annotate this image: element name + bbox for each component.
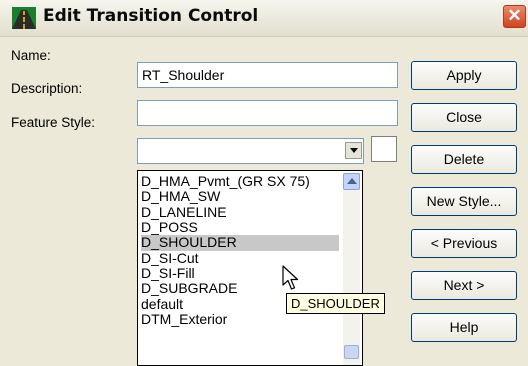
description-label: Description: bbox=[11, 81, 83, 96]
name-field[interactable]: RT_Shoulder bbox=[137, 62, 398, 88]
list-item[interactable]: D_LANELINE bbox=[141, 204, 339, 220]
scroll-thumb[interactable] bbox=[344, 345, 359, 359]
previous-button[interactable]: < Previous bbox=[411, 229, 517, 258]
description-field[interactable] bbox=[137, 100, 398, 126]
help-button[interactable]: Help bbox=[411, 313, 517, 342]
list-item-highlighted[interactable]: D_SHOULDER bbox=[141, 235, 339, 251]
dropdown-scrollbar[interactable] bbox=[343, 173, 360, 365]
title-bar[interactable]: Edit Transition Control ✕ bbox=[0, 0, 528, 37]
apply-button[interactable]: Apply bbox=[411, 61, 517, 90]
list-item[interactable]: D_HMA_SW bbox=[141, 189, 339, 204]
name-label: Name: bbox=[11, 48, 51, 63]
close-icon[interactable]: ✕ bbox=[503, 5, 526, 28]
feature-style-label: Feature Style: bbox=[11, 115, 96, 130]
chevron-down-icon[interactable] bbox=[345, 142, 362, 159]
feature-style-dropdown[interactable]: D_HMA_Pvmt_(GR SX 75) D_HMA_SW D_LANELIN… bbox=[137, 170, 363, 366]
close-button[interactable]: Close bbox=[411, 103, 517, 132]
list-item[interactable]: D_POSS bbox=[141, 219, 339, 235]
list-item[interactable]: D_SI-Fill bbox=[141, 265, 339, 281]
mouse-pointer-icon bbox=[282, 265, 299, 290]
window-title: Edit Transition Control bbox=[43, 6, 259, 26]
new-style-button[interactable]: New Style... bbox=[411, 187, 517, 216]
next-button[interactable]: Next > bbox=[411, 271, 517, 300]
list-item[interactable]: DTM_Exterior bbox=[141, 311, 339, 327]
tooltip: D_SHOULDER bbox=[286, 293, 385, 314]
scroll-up-icon[interactable] bbox=[343, 173, 360, 190]
delete-button[interactable]: Delete bbox=[411, 145, 517, 174]
feature-style-combo[interactable] bbox=[137, 138, 364, 164]
list-item[interactable]: D_SI-Cut bbox=[141, 250, 339, 266]
road-icon bbox=[12, 7, 36, 29]
color-swatch[interactable] bbox=[371, 136, 397, 162]
list-item[interactable]: D_HMA_Pvmt_(GR SX 75) bbox=[141, 173, 339, 189]
